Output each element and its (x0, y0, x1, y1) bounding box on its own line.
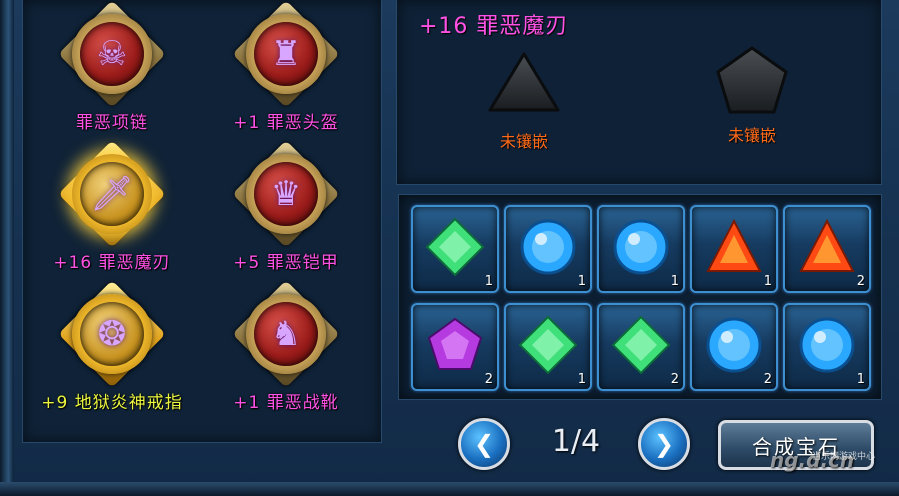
prev-page-button[interactable]: ❮ (458, 418, 510, 470)
armor-icon: ♛ (232, 140, 340, 248)
gem-slot[interactable]: 2 (597, 303, 685, 391)
page-indicator: 1/4 (551, 424, 601, 459)
equipment-label: +16 罪恶魔刃 (53, 253, 171, 273)
watermark-caption: 当乐网游戏中心 (812, 452, 876, 462)
triangle-gem-icon (799, 218, 855, 272)
gem-count: 1 (577, 372, 586, 387)
gem-slot[interactable]: 2 (783, 205, 871, 293)
circle-gem-icon (520, 219, 576, 275)
gem-slot[interactable]: 2 (411, 303, 499, 391)
gem-count: 2 (670, 372, 679, 387)
next-page-button[interactable]: ❯ (638, 418, 690, 470)
bottom-frame (0, 482, 899, 496)
equipment-slot[interactable]: ♜ +1 罪恶头盔 (201, 0, 371, 133)
gem-count: 1 (577, 274, 586, 289)
gem-slot[interactable]: 1 (504, 205, 592, 293)
boots-icon: ♞ (232, 280, 340, 388)
square-gem-icon (425, 217, 485, 277)
gem-slot[interactable]: 1 (690, 205, 778, 293)
gem-slot[interactable]: 1 (597, 205, 685, 293)
socket-slot-pentagon[interactable]: 未镶嵌 (702, 42, 802, 146)
gem-count: 2 (856, 274, 865, 289)
gem-slot[interactable]: 2 (690, 303, 778, 391)
empty-triangle-socket-icon (488, 52, 560, 112)
left-frame (0, 0, 14, 496)
gem-slot[interactable]: 1 (783, 303, 871, 391)
gem-count: 1 (484, 274, 493, 289)
gem-inventory-panel: 1 1 1 1 2 2 1 2 2 1 (398, 194, 882, 400)
circle-gem-icon (706, 317, 762, 373)
gem-count: 2 (763, 372, 772, 387)
gem-count: 1 (856, 372, 865, 387)
equipment-label: 罪恶项链 (76, 113, 148, 133)
square-gem-icon (611, 315, 671, 375)
ring-icon: ❂ (58, 280, 166, 388)
gem-slot[interactable]: 1 (504, 303, 592, 391)
pentagon-gem-icon (427, 317, 483, 370)
socket-status-label: 未镶嵌 (499, 132, 548, 151)
blade-icon: 🗡 (58, 140, 166, 248)
equipment-slot[interactable]: ♛ +5 罪恶铠甲 (201, 140, 371, 273)
triangle-gem-icon (706, 218, 762, 272)
empty-pentagon-socket-icon (716, 46, 788, 114)
equipment-slot[interactable]: ❂ +9 地狱炎神戒指 (27, 280, 197, 413)
gem-count: 2 (484, 372, 493, 387)
socket-slot-triangle[interactable]: 未镶嵌 (474, 48, 574, 152)
gem-slot[interactable]: 1 (411, 205, 499, 293)
equipment-label: +1 罪恶头盔 (233, 113, 339, 133)
circle-gem-icon (799, 317, 855, 373)
equipment-label: +1 罪恶战靴 (233, 393, 339, 413)
socket-status-label: 未镶嵌 (727, 126, 776, 145)
square-gem-icon (518, 315, 578, 375)
necklace-icon: ☠ (58, 0, 166, 108)
helmet-icon: ♜ (232, 0, 340, 108)
item-detail-panel: +16 罪恶魔刃 未镶嵌 未镶嵌 (396, 0, 882, 185)
equipment-slot[interactable]: ♞ +1 罪恶战靴 (201, 280, 371, 413)
equipment-slot[interactable]: ☠ 罪恶项链 (27, 0, 197, 133)
selected-item-title: +16 罪恶魔刃 (419, 14, 569, 39)
chevron-right-icon: ❯ (653, 430, 675, 458)
equipment-label: +9 地狱炎神戒指 (41, 393, 183, 413)
equipment-panel: ☠ 罪恶项链 ♜ +1 罪恶头盔 🗡 +16 罪恶魔刃 ♛ +5 罪恶铠甲 ❂ +9 地狱炎神戒指… (22, 0, 382, 443)
equipment-slot[interactable]: 🗡 +16 罪恶魔刃 (27, 140, 197, 273)
gem-count: 1 (670, 274, 679, 289)
gem-count: 1 (763, 274, 772, 289)
equipment-label: +5 罪恶铠甲 (233, 253, 339, 273)
chevron-left-icon: ❮ (473, 430, 495, 458)
circle-gem-icon (613, 219, 669, 275)
